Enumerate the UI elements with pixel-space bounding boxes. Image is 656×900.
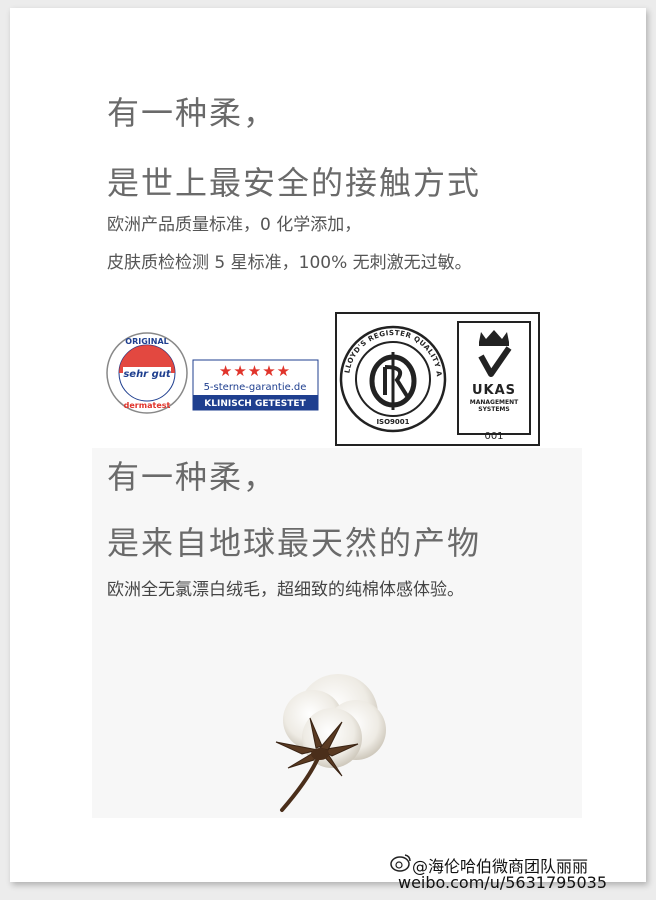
ukas-subtitle-2: SYSTEMS bbox=[478, 406, 509, 413]
cotton-boll-image bbox=[275, 674, 386, 812]
page-card: 有一种柔， 是世上最安全的接触方式 欧洲产品质量标准，0 化学添加， 皮肤质检检… bbox=[10, 8, 646, 882]
ukas-subtitle-1: MANAGEMENT bbox=[470, 399, 519, 406]
dermatest-ring-bottom: dermatest bbox=[124, 401, 171, 410]
dermatest-ring-top: ORIGINAL bbox=[125, 337, 168, 346]
weibo-url: weibo.com/u/5631795035 bbox=[398, 873, 608, 892]
section1-line-2: 皮肤质检检测 5 星标准，100% 无刺激无过敏。 bbox=[107, 253, 472, 273]
dermatest-tagline: KLINISCH GETESTET bbox=[204, 399, 306, 409]
certification-badge: LLOYD'S REGISTER QUALITY ASSURANCE ISO90… bbox=[335, 312, 540, 446]
section1-heading-2: 是世上最安全的接触方式 bbox=[107, 164, 482, 202]
dermatest-badge: ORIGINAL sehr gut dermatest ★★★★★ 5-ster… bbox=[106, 332, 319, 414]
ukas-name: UKAS bbox=[472, 383, 516, 398]
dermatest-site: 5-sterne-garantie.de bbox=[204, 382, 307, 393]
lloyds-iso-text: ISO9001 bbox=[376, 418, 409, 426]
section2-heading-1: 有一种柔， bbox=[107, 458, 278, 496]
section2-line-1: 欧洲全无氯漂白绒毛，超细致的纯棉体感体验。 bbox=[107, 580, 464, 600]
section1-heading-1: 有一种柔， bbox=[107, 94, 278, 132]
section1-line-1: 欧洲产品质量标准，0 化学添加， bbox=[107, 215, 362, 235]
section2-heading-2: 是来自地球最天然的产物 bbox=[107, 524, 482, 562]
dermatest-center-text: sehr gut bbox=[123, 369, 172, 380]
dermatest-stars: ★★★★★ bbox=[219, 362, 291, 380]
weibo-logo-icon bbox=[390, 854, 411, 872]
ukas-number: 001 bbox=[484, 431, 503, 442]
